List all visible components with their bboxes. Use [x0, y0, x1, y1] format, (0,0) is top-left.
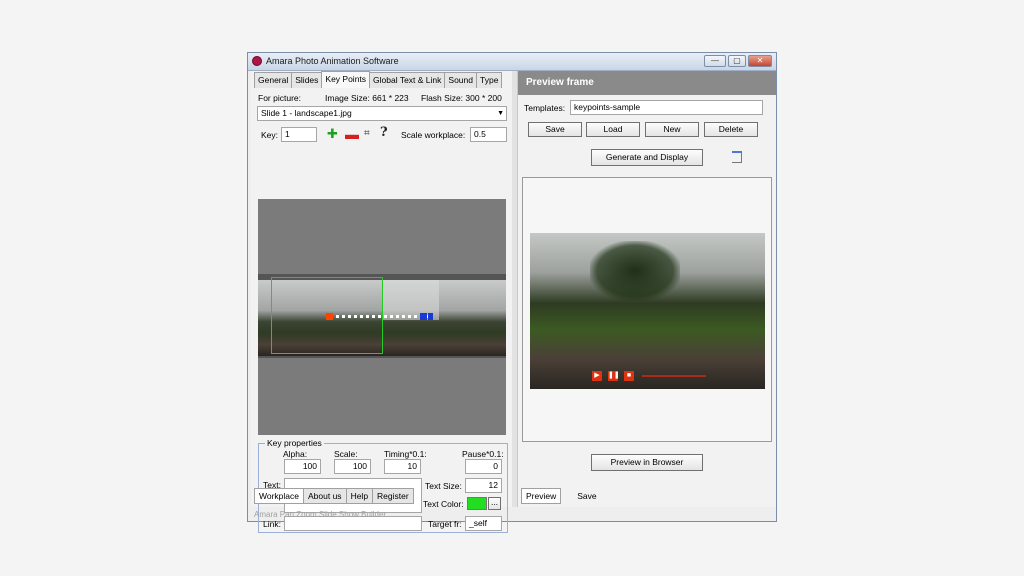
crop-icon[interactable]: ⌗ — [364, 128, 370, 139]
scale-workplace-label: Scale workplace: — [401, 130, 466, 140]
image-size-text: Image Size: 661 * 223 — [325, 93, 409, 103]
slide-select-value: Slide 1 - landscape1.jpg — [261, 108, 352, 118]
timing-label: Timing*0.1: — [384, 449, 427, 459]
app-window: Amara Photo Animation Software — ▢ ✕ Gen… — [247, 52, 777, 533]
tree-foliage — [590, 241, 680, 301]
delete-button[interactable]: Delete — [704, 122, 758, 137]
image-strip — [258, 274, 506, 358]
templates-label: Templates: — [524, 103, 566, 113]
left-panel: General Slides Key Points Global Text & … — [251, 71, 512, 533]
timing-input[interactable]: 10 — [384, 459, 421, 474]
save-button[interactable]: Save — [528, 122, 582, 137]
flash-size-text: Flash Size: 300 * 200 — [421, 93, 502, 103]
tab-help[interactable]: Help — [345, 488, 374, 504]
workplace-canvas[interactable] — [258, 199, 506, 435]
text-size-label: Text Size: — [425, 481, 462, 491]
close-button[interactable]: ✕ — [748, 55, 772, 67]
preview-in-browser-button[interactable]: Preview in Browser — [591, 454, 703, 471]
key-properties-legend: Key properties — [265, 438, 324, 448]
player-progress-bar[interactable] — [642, 375, 706, 377]
minimize-button[interactable]: — — [704, 55, 726, 67]
right-panel: Preview frame Templates: keypoints-sampl… — [517, 71, 776, 507]
plus-icon[interactable]: ✚ — [327, 126, 338, 142]
pause-icon[interactable]: ❚❚ — [608, 371, 620, 381]
tab-key-points[interactable]: Key Points — [321, 71, 371, 88]
play-icon[interactable]: ▶ — [592, 371, 602, 381]
tab-slides[interactable]: Slides — [291, 72, 323, 88]
chevron-down-icon[interactable]: ▼ — [497, 107, 504, 120]
alpha-input[interactable]: 100 — [284, 459, 321, 474]
preview-image: ▶ ❚❚ ■ — [530, 233, 765, 389]
status-bar-text: Amara Pan Zoom Slide Show Builder — [254, 510, 387, 519]
stop-icon[interactable]: ■ — [624, 371, 634, 381]
scale-input[interactable]: 100 — [334, 459, 371, 474]
minus-icon[interactable]: ▬ — [345, 127, 359, 141]
tab-about-us[interactable]: About us — [303, 488, 347, 504]
pause-label: Pause*0.1: — [462, 449, 504, 459]
key-label: Key: — [261, 130, 279, 140]
keypoint-end-marker[interactable] — [420, 313, 427, 320]
key-input[interactable]: 1 — [281, 127, 317, 142]
for-picture-label: For picture: — [258, 93, 301, 103]
left-bottom-tabs: Workplace About us Help Register — [254, 488, 414, 504]
pause-input[interactable]: 0 — [465, 459, 502, 474]
preview-frame-header: Preview frame — [518, 71, 776, 95]
maximize-button[interactable]: ▢ — [728, 55, 746, 67]
tab-type[interactable]: Type — [476, 72, 503, 88]
window-title: Amara Photo Animation Software — [266, 56, 399, 66]
templates-input[interactable]: keypoints-sample — [570, 100, 763, 115]
new-button[interactable]: New — [645, 122, 699, 137]
scale-label: Scale: — [334, 449, 358, 459]
preview-area: ▶ ❚❚ ■ — [522, 177, 772, 442]
tab-register[interactable]: Register — [372, 488, 414, 504]
progress-indicator — [732, 151, 742, 163]
slide-select[interactable]: Slide 1 - landscape1.jpg ▼ — [257, 106, 507, 121]
text-size-input[interactable]: 12 — [465, 478, 502, 493]
tab-preview[interactable]: Preview — [521, 488, 562, 504]
generate-and-display-button[interactable]: Generate and Display — [591, 149, 703, 166]
app-icon — [252, 56, 262, 66]
keypoint-path — [336, 315, 428, 318]
keypoint-handle[interactable] — [428, 313, 433, 320]
text-color-label: Text Color: — [423, 499, 464, 509]
alpha-label: Alpha: — [283, 449, 308, 459]
tab-sound[interactable]: Sound — [444, 72, 477, 88]
title-bar[interactable]: Amara Photo Animation Software — ▢ ✕ — [248, 53, 776, 71]
scale-workplace-input[interactable]: 0.5 — [470, 127, 507, 142]
load-button[interactable]: Load — [586, 122, 640, 137]
tab-general[interactable]: General — [254, 72, 293, 88]
help-icon[interactable]: ? — [380, 125, 388, 140]
tab-bar: General Slides Key Points Global Text & … — [254, 71, 503, 88]
tab-workplace[interactable]: Workplace — [254, 488, 304, 504]
tab-save[interactable]: Save — [560, 488, 613, 504]
right-bottom-tabs: Preview Save — [521, 488, 613, 504]
tab-global-text-link[interactable]: Global Text & Link — [369, 72, 446, 88]
keypoint-start-marker[interactable] — [326, 313, 333, 320]
